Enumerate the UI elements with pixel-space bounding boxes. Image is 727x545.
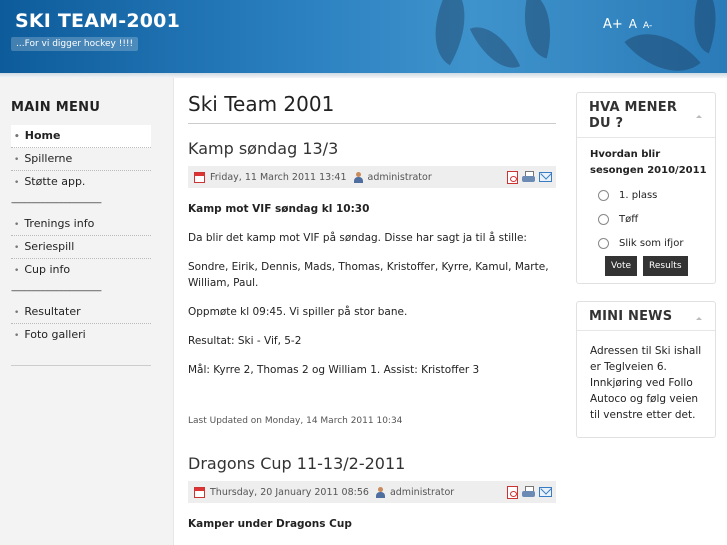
main-menu-title: MAIN MENU bbox=[11, 100, 101, 115]
poll-option-label: Tøff bbox=[619, 213, 639, 225]
font-reset-button[interactable]: A bbox=[629, 17, 637, 31]
article-paragraph: Oppmøte kl 09:45. Vi spiller på stor ban… bbox=[188, 306, 408, 318]
mini-news-title: MINI NEWS bbox=[589, 309, 673, 324]
article-body: Kamp mot VIF søndag kl 10:30 Da blir det… bbox=[188, 201, 556, 378]
article-author: administrator bbox=[389, 486, 455, 498]
menu-end-divider bbox=[11, 365, 151, 366]
email-icon[interactable] bbox=[539, 172, 552, 182]
menu-separator: ---------------------------------------- bbox=[11, 286, 102, 296]
calendar-icon bbox=[194, 171, 205, 183]
leaf-decoration bbox=[680, 0, 727, 54]
article-paragraph: Resultat: Ski - Vif, 5-2 bbox=[188, 335, 302, 347]
article-meta: Friday, 11 March 2011 13:41 administrato… bbox=[188, 166, 556, 188]
vote-button[interactable]: Vote bbox=[605, 256, 638, 276]
print-icon[interactable] bbox=[522, 486, 535, 498]
menu-item-stotte-app[interactable]: Støtte app. bbox=[11, 171, 151, 194]
menu-item-foto-galleri[interactable]: Foto galleri bbox=[11, 324, 151, 347]
site-title[interactable]: SKI TEAM-2001 bbox=[15, 10, 180, 32]
results-button[interactable]: Results bbox=[643, 256, 688, 276]
menu-item-spillerne[interactable]: Spillerne bbox=[11, 148, 151, 171]
email-icon[interactable] bbox=[539, 487, 552, 497]
page-title: Ski Team 2001 bbox=[188, 92, 556, 124]
collapse-icon[interactable] bbox=[696, 317, 702, 320]
poll-option-label: Slik som ifjor bbox=[619, 237, 684, 249]
mini-news-header: MINI NEWS bbox=[577, 302, 715, 331]
article-actions bbox=[507, 486, 552, 499]
poll-option[interactable]: Tøff bbox=[590, 207, 707, 231]
menu-item-resultater[interactable]: Resultater bbox=[11, 301, 151, 324]
main-menu: Home Spillerne Støtte app. -------------… bbox=[11, 125, 151, 366]
site-header: SKI TEAM-2001 ...For vi digger hockey !!… bbox=[0, 0, 727, 73]
calendar-icon bbox=[194, 486, 205, 498]
pdf-icon[interactable] bbox=[507, 171, 518, 184]
menu-item-cup-info[interactable]: Cup info bbox=[11, 259, 151, 282]
article-paragraph: Kamp mot VIF søndag kl 10:30 bbox=[188, 203, 370, 215]
pdf-icon[interactable] bbox=[507, 486, 518, 499]
menu-item-home[interactable]: Home bbox=[11, 125, 151, 148]
site-slogan: ...For vi digger hockey !!!! bbox=[11, 37, 139, 51]
article-date: Thursday, 20 January 2011 08:56 bbox=[210, 486, 369, 498]
leaf-decoration bbox=[512, 0, 563, 59]
article-meta: Thursday, 20 January 2011 08:56 administ… bbox=[188, 481, 556, 503]
poll-radio[interactable] bbox=[598, 189, 609, 201]
menu-item-seriespill[interactable]: Seriespill bbox=[11, 236, 151, 259]
article-paragraph: Da blir det kamp mot VIF på søndag. Diss… bbox=[188, 232, 527, 244]
article-paragraph: Sondre, Eirik, Dennis, Mads, Thomas, Kri… bbox=[188, 261, 549, 289]
print-icon[interactable] bbox=[522, 171, 535, 183]
mini-news-text: Adressen til Ski ishall er Teglveien 6. … bbox=[590, 345, 702, 421]
article-title[interactable]: Kamp søndag 13/3 bbox=[188, 139, 556, 158]
poll-buttons: Vote Results bbox=[590, 256, 707, 276]
poll-title: HVA MENER DU ? bbox=[589, 100, 678, 131]
article: Dragons Cup 11-13/2-2011 Thursday, 20 Ja… bbox=[188, 454, 556, 532]
poll-radio[interactable] bbox=[598, 237, 609, 249]
font-size-controls: A+ A A- bbox=[603, 17, 652, 32]
right-sidebar: HVA MENER DU ? Hvordan blir sesongen 201… bbox=[576, 92, 716, 438]
article-paragraph: Kamper under Dragons Cup bbox=[188, 518, 352, 530]
poll-module: HVA MENER DU ? Hvordan blir sesongen 201… bbox=[576, 92, 716, 284]
article-actions bbox=[507, 171, 552, 184]
main-content: Ski Team 2001 Kamp søndag 13/3 Friday, 1… bbox=[188, 78, 556, 532]
menu-separator: ---------------------------------------- bbox=[11, 198, 102, 208]
last-updated: Last Updated on Monday, 14 March 2011 10… bbox=[188, 416, 403, 426]
font-increase-button[interactable]: A+ bbox=[603, 17, 623, 32]
poll-option[interactable]: Slik som ifjor bbox=[590, 231, 707, 255]
collapse-icon[interactable] bbox=[696, 115, 702, 118]
poll-body: Hvordan blir sesongen 2010/2011 1. plass… bbox=[577, 138, 715, 283]
article-body: Kamper under Dragons Cup bbox=[188, 516, 556, 532]
poll-radio[interactable] bbox=[598, 213, 609, 225]
article-paragraph: Mål: Kyrre 2, Thomas 2 og William 1. Ass… bbox=[188, 364, 480, 376]
mini-news-module: MINI NEWS Adressen til Ski ishall er Teg… bbox=[576, 301, 716, 438]
font-decrease-button[interactable]: A- bbox=[643, 21, 652, 31]
article-date: Friday, 11 March 2011 13:41 bbox=[210, 171, 347, 183]
poll-question: Hvordan blir sesongen 2010/2011 bbox=[590, 149, 707, 176]
poll-option-label: 1. plass bbox=[619, 189, 658, 201]
article-author: administrator bbox=[367, 171, 432, 183]
poll-option[interactable]: 1. plass bbox=[590, 183, 707, 207]
poll-header: HVA MENER DU ? bbox=[577, 93, 715, 138]
article: Kamp søndag 13/3 Friday, 11 March 2011 1… bbox=[188, 139, 556, 426]
menu-item-trenings-info[interactable]: Trenings info bbox=[11, 213, 151, 236]
user-icon bbox=[353, 171, 364, 183]
left-sidebar: MAIN MENU Home Spillerne Støtte app. ---… bbox=[0, 78, 174, 545]
article-title[interactable]: Dragons Cup 11-13/2-2011 bbox=[188, 454, 556, 473]
leaf-decoration bbox=[469, 16, 521, 73]
user-icon bbox=[375, 486, 386, 498]
